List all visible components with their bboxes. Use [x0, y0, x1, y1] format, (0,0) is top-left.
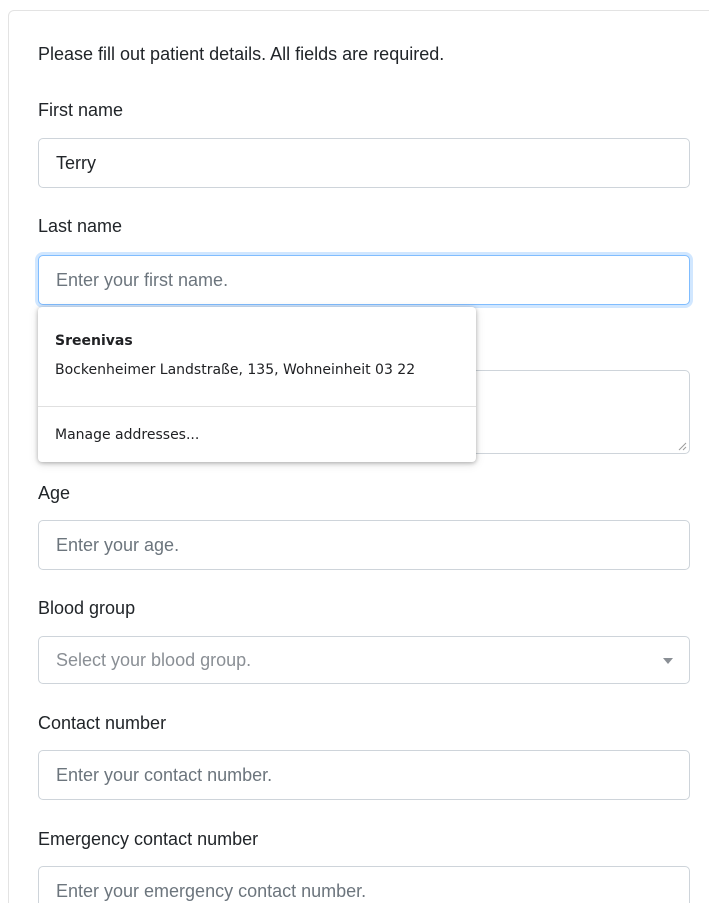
autofill-suggestion-address: Bockenheimer Landstraße, 135, Wohneinhei…: [55, 362, 416, 378]
autofill-suggestion[interactable]: Sreenivas Bockenheimer Landstraße, 135, …: [38, 307, 476, 407]
contact-number-label: Contact number: [38, 713, 167, 733]
emergency-contact-label: Emergency contact number: [38, 829, 259, 849]
blood-group-select-value: Select your blood group.: [56, 650, 252, 670]
blood-group-select[interactable]: Select your blood group.: [38, 636, 690, 684]
contact-number-input[interactable]: Enter your contact number.: [38, 750, 690, 800]
emergency-contact-input[interactable]: Enter your emergency contact number.: [38, 866, 690, 903]
last-name-input[interactable]: Enter your first name.: [38, 255, 690, 305]
patient-details-page: Please fill out patient details. All fie…: [0, 0, 709, 903]
last-name-label: Last name: [38, 216, 123, 236]
first-name-label: First name: [38, 100, 124, 120]
autofill-suggestion-name: Sreenivas: [55, 333, 133, 349]
age-input[interactable]: Enter your age.: [38, 520, 690, 570]
resize-handle-icon[interactable]: [677, 441, 687, 451]
autofill-dropdown: Sreenivas Bockenheimer Landstraße, 135, …: [38, 307, 476, 462]
manage-addresses-link[interactable]: Manage addresses...: [55, 427, 199, 443]
chevron-down-icon: [663, 658, 673, 664]
blood-group-label: Blood group: [38, 598, 136, 618]
form-intro-text: Please fill out patient details. All fie…: [38, 44, 445, 64]
first-name-input[interactable]: Terry: [38, 138, 690, 188]
age-label: Age: [38, 483, 71, 503]
